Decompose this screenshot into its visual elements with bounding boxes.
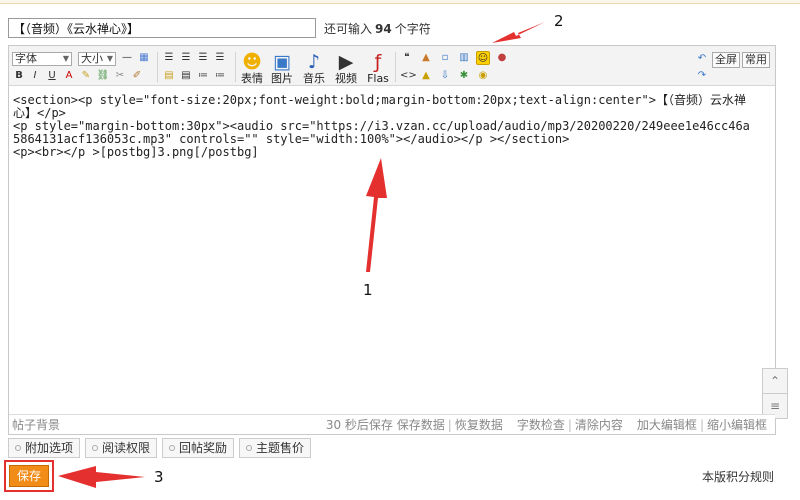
coin-icon[interactable]: ◉ [476, 69, 490, 83]
float-left-icon[interactable]: ▤ [162, 69, 176, 83]
scroll-up-icon[interactable]: ⌃ [762, 368, 788, 394]
attachment-icon[interactable]: ▫ [438, 51, 452, 65]
hide-content-icon[interactable]: ▲ [419, 51, 433, 65]
attach-options-button[interactable]: 附加选项 [8, 438, 81, 458]
music-note-icon: ♪ [307, 51, 321, 73]
font-size-select[interactable]: 大小 ▼ [78, 52, 116, 66]
fullscreen-button[interactable]: 全屏 [712, 52, 740, 68]
annotation-label-2: 2 [554, 12, 564, 30]
bullet-icon [92, 445, 99, 451]
common-button[interactable]: 常用 [742, 52, 770, 68]
video-button[interactable]: ▶ 视频 [332, 50, 360, 84]
save-button[interactable]: 保存 [9, 465, 49, 487]
link-icon[interactable]: ⛓ [96, 69, 110, 83]
autosave-countdown: 30 秒后保存 [325, 418, 393, 432]
puzzle-icon[interactable]: ✱ [457, 69, 471, 83]
post-options: 附加选项 阅读权限 回帖奖励 主题售价 [8, 438, 312, 458]
subject-input[interactable] [8, 18, 316, 38]
title-row: 还可输入94个字符 [8, 18, 431, 38]
image-icon: ▣ [273, 51, 291, 73]
image-button[interactable]: ▣ 图片 [268, 50, 296, 84]
float-right-icon[interactable]: ▤ [179, 69, 193, 83]
qq-face-icon[interactable]: ☺ [476, 51, 490, 65]
editor-toolbar: 字体 ▼ 大小 ▼ — ▦ B I U A ✎ ⛓ ✂ ✐ ☰ ☰ ☰ ☰ ▤ ▤ … [9, 46, 775, 86]
align-justify-icon[interactable]: ☰ [213, 51, 227, 65]
smiley-icon: ☻ [242, 51, 262, 73]
locked-icon[interactable]: ▲ [419, 69, 433, 83]
eraser-icon[interactable]: ✐ [130, 69, 144, 83]
bullet-icon [246, 445, 253, 451]
points-rules-link[interactable]: 本版积分规则 [702, 468, 774, 485]
toolbar-divider [235, 52, 236, 82]
clear-content-link[interactable]: 清除内容 [575, 418, 623, 432]
post-background-link[interactable]: 帖子背景 [12, 415, 60, 435]
flash-icon: ƒ [374, 51, 382, 73]
unordered-list-icon[interactable]: ≔ [213, 69, 227, 83]
bullet-icon [15, 445, 21, 451]
clapperboard-icon: ▶ [338, 51, 354, 73]
flash-button[interactable]: ƒ Flas [364, 50, 392, 84]
editor-content[interactable]: <section><p style="font-size:20px;font-w… [13, 94, 757, 159]
read-permission-button[interactable]: 阅读权限 [85, 438, 158, 458]
save-data-link[interactable]: 保存数据 [397, 418, 445, 432]
annotation-label-3: 3 [154, 468, 164, 486]
bold-icon[interactable]: B [12, 69, 26, 83]
background-color-icon[interactable]: ✎ [79, 69, 93, 83]
horizontal-rule-icon[interactable]: — [120, 51, 134, 65]
page-break-icon[interactable]: ▥ [457, 51, 471, 65]
chevron-down-icon: ▼ [106, 54, 113, 63]
chevron-down-icon: ▼ [62, 54, 69, 63]
align-left-icon[interactable]: ☰ [162, 51, 176, 65]
qq-icon[interactable]: ● [495, 51, 509, 65]
remaining-count: 94 [375, 21, 392, 36]
annotation-label-1: 1 [363, 281, 373, 299]
italic-icon[interactable]: I [28, 69, 42, 83]
arrow-3 [58, 466, 145, 488]
top-border [0, 0, 800, 4]
quote-icon[interactable]: ❝ [400, 51, 414, 65]
ordered-list-icon[interactable]: ≔ [196, 69, 210, 83]
font-family-select[interactable]: 字体 ▼ [12, 52, 72, 66]
save-highlight-box: 保存 [4, 460, 54, 492]
shrink-editor-link[interactable]: 缩小编辑框 [707, 418, 767, 432]
underline-icon[interactable]: U [45, 69, 59, 83]
topic-price-button[interactable]: 主题售价 [239, 438, 312, 458]
unlink-icon[interactable]: ✂ [113, 69, 127, 83]
restore-data-link[interactable]: 恢复数据 [455, 418, 503, 432]
code-icon[interactable]: <> [400, 69, 417, 83]
rich-text-editor: 字体 ▼ 大小 ▼ — ▦ B I U A ✎ ⛓ ✂ ✐ ☰ ☰ ☰ ☰ ▤ ▤ … [8, 45, 788, 435]
undo-icon[interactable]: ↶ [695, 52, 709, 66]
toolbar-divider [157, 52, 158, 82]
toolbar-divider [395, 52, 396, 82]
table-icon[interactable]: ▦ [137, 51, 151, 65]
align-center-icon[interactable]: ☰ [179, 51, 193, 65]
editor-status-bar: 帖子背景 30 秒后保存 保存数据 | 恢复数据 字数检查 | 清除内容 加大编辑框 | 缩小编… [9, 414, 775, 434]
text-color-icon[interactable]: A [62, 69, 76, 83]
arrow-2 [492, 22, 545, 43]
bullet-icon [169, 445, 176, 451]
download-icon[interactable]: ⇩ [438, 69, 452, 83]
redo-icon[interactable]: ↷ [695, 69, 709, 83]
emoticon-button[interactable]: ☻ 表情 [238, 50, 266, 84]
word-check-link[interactable]: 字数检查 [517, 418, 565, 432]
music-button[interactable]: ♪ 音乐 [300, 50, 328, 84]
char-counter: 还可输入 94 个字符 [324, 21, 431, 36]
align-right-icon[interactable]: ☰ [196, 51, 210, 65]
enlarge-editor-link[interactable]: 加大编辑框 [637, 418, 697, 432]
reply-reward-button[interactable]: 回帖奖励 [162, 438, 235, 458]
